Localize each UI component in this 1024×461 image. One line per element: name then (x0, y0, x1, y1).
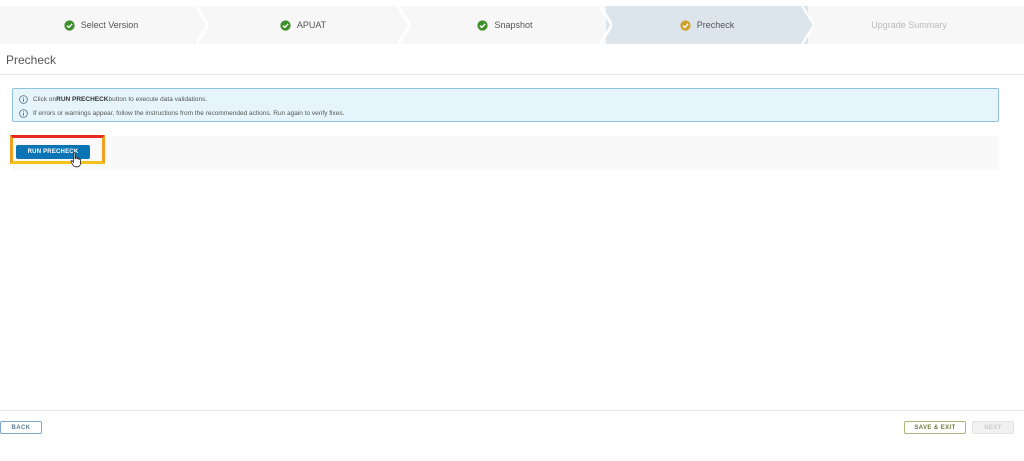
step-snapshot[interactable]: Snapshot (404, 6, 612, 44)
step-separator (196, 6, 208, 44)
check-circle-icon (477, 19, 489, 31)
alert-line-1: Click on RUN PRECHECK button to execute … (19, 93, 207, 105)
footer-divider (0, 410, 1024, 411)
precheck-action-bar (12, 136, 999, 170)
alert-text: If errors or warnings appear, follow the… (33, 109, 345, 117)
hand-pointer-icon (70, 152, 81, 168)
step-label: Precheck (696, 20, 735, 30)
alert-text-bold: RUN PRECHECK (56, 95, 109, 103)
step-separator (398, 6, 410, 44)
check-circle-icon (280, 19, 291, 31)
step-apuat[interactable]: APUAT (202, 6, 410, 44)
alert-text-suffix: button to execute data validations. (108, 95, 208, 103)
step-separator (802, 6, 814, 44)
alert-line-2: If errors or warnings appear, follow the… (19, 107, 344, 119)
step-label: Upgrade Summary (871, 20, 947, 30)
step-upgrade-summary: Upgrade Summary (808, 6, 1010, 44)
step-separator (600, 6, 612, 44)
step-select-version[interactable]: Select Version (0, 6, 208, 44)
next-button: NEXT (972, 421, 1014, 434)
step-label: APUAT (296, 20, 327, 30)
alert-text-prefix: Click on (33, 95, 57, 103)
wizard-stepper: Select Version APUAT Snapshot Precheck U… (0, 6, 1024, 44)
wizard-footer: BACK SAVE & EXIT NEXT (0, 410, 1024, 461)
page-title: Precheck (6, 53, 57, 67)
info-alert: Click on RUN PRECHECK button to execute … (12, 88, 999, 122)
title-divider (0, 74, 1024, 75)
back-button[interactable]: BACK (0, 421, 42, 434)
info-circle-icon (19, 94, 28, 104)
info-circle-icon (19, 108, 28, 118)
upgrade-wizard: Select Version APUAT Snapshot Precheck U… (0, 0, 1024, 461)
step-precheck[interactable]: Precheck (606, 6, 814, 44)
save-and-exit-button[interactable]: SAVE & EXIT (904, 421, 966, 434)
check-circle-icon (680, 19, 691, 31)
check-circle-icon (64, 19, 75, 31)
step-label: Select Version (80, 20, 139, 30)
step-label: Snapshot (494, 20, 533, 30)
